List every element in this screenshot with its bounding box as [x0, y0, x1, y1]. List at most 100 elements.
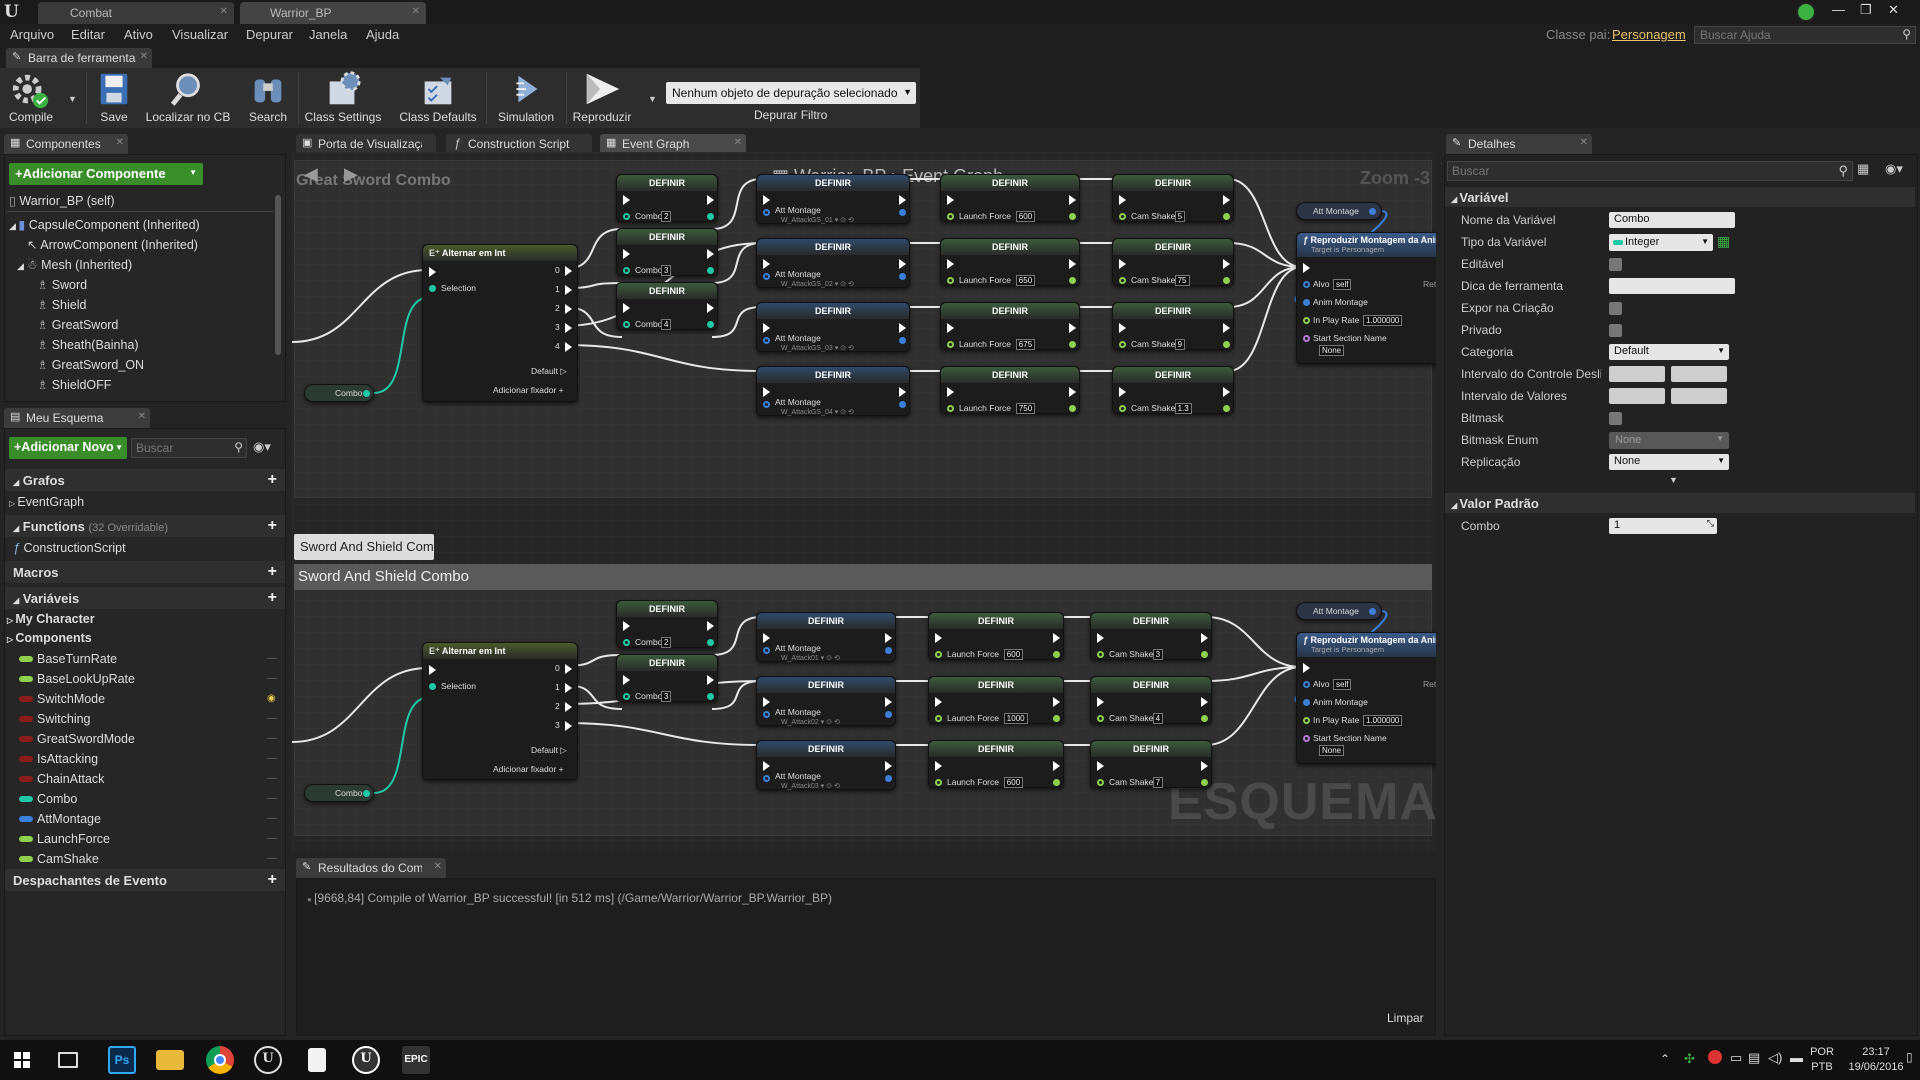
set-att-montage-node[interactable]: DEFINIR Att Montage W_AttackGS_02 ▾ ⊙ ⟲	[756, 238, 910, 288]
windows-start-icon[interactable]	[14, 1052, 30, 1068]
input-pin[interactable]	[623, 267, 630, 274]
tray-volume-icon[interactable]: ◁)	[1768, 1050, 1782, 1066]
clear-button[interactable]: Limpar	[1387, 1011, 1424, 1025]
variable-item-switching[interactable]: Switching —	[17, 711, 281, 729]
exec-in-pin[interactable]	[1119, 195, 1126, 205]
property-matrix-icon[interactable]: ▦	[1857, 161, 1869, 177]
exec-out-pin[interactable]	[885, 633, 892, 643]
value-input[interactable]: 5	[1174, 211, 1186, 222]
search-button[interactable]: Search	[244, 70, 292, 124]
advanced-expand-chevron-down-icon[interactable]: ▼	[1669, 475, 1678, 485]
output-pin[interactable]	[707, 321, 714, 328]
value-input[interactable]: 7	[1152, 777, 1164, 788]
exec-out-pin[interactable]	[707, 675, 714, 685]
menu-ajuda[interactable]: Ajuda	[366, 27, 399, 42]
input-pin[interactable]	[763, 273, 770, 280]
find-in-cb-button[interactable]: Localizar no CB	[144, 70, 232, 124]
input-pin[interactable]	[763, 209, 770, 216]
tray-antivirus-icon[interactable]	[1708, 1050, 1722, 1064]
class-settings-button[interactable]: Class Settings	[302, 70, 384, 124]
tab-warrior-bp[interactable]: Warrior_BP ✕	[240, 2, 426, 24]
exec-out-pin[interactable]	[707, 249, 714, 259]
output-pin[interactable]	[1053, 779, 1060, 786]
input-pin[interactable]	[935, 779, 942, 786]
tab-event-graph[interactable]: ▦ Event Graph ✕	[600, 134, 746, 154]
exec-in-pin[interactable]	[1097, 697, 1104, 707]
visibility-eye-icon[interactable]: —	[267, 853, 277, 864]
variable-item-launchforce[interactable]: LaunchForce —	[17, 831, 281, 849]
set-launch-force-node[interactable]: DEFINIR Launch Force 600	[928, 612, 1064, 660]
play-button[interactable]: Reproduzir	[568, 70, 636, 124]
exec-out-pin[interactable]	[885, 761, 892, 771]
exec-in-pin[interactable]	[935, 697, 942, 707]
clock[interactable]: 23:17 19/06/2016	[1846, 1045, 1906, 1075]
start-section-value[interactable]: None	[1319, 745, 1345, 756]
output-pin[interactable]	[1223, 341, 1230, 348]
tree-item-self[interactable]: ▯ Warrior_BP (self)	[9, 193, 115, 208]
case-exec-pin[interactable]	[565, 342, 572, 352]
visibility-eye-icon[interactable]: —	[267, 753, 277, 764]
variable-item-baselookuprate[interactable]: BaseLookUpRate —	[17, 671, 281, 689]
exec-out-pin[interactable]	[1069, 195, 1076, 205]
visibility-eye-icon[interactable]: —	[267, 673, 277, 684]
add-pin-label[interactable]: Adicionar fixador +	[493, 764, 564, 774]
default-combo-input[interactable]: 1 ⤡	[1609, 518, 1717, 534]
set-att-montage-node[interactable]: DEFINIR Att Montage W_AttackGS_01 ▾ ⊙ ⟲	[756, 174, 910, 224]
variable-item-baseturnrate[interactable]: BaseTurnRate —	[17, 651, 281, 669]
close-icon[interactable]: ✕	[1580, 137, 1588, 148]
asset-value[interactable]: W_AttackGS_02 ▾ ⊙ ⟲	[781, 280, 854, 288]
output-pin[interactable]	[899, 401, 906, 408]
input-language[interactable]: POR PTB	[1808, 1045, 1836, 1075]
output-pin[interactable]	[899, 273, 906, 280]
input-pin[interactable]	[1097, 715, 1104, 722]
output-pin[interactable]	[707, 267, 714, 274]
visibility-eye-icon[interactable]: —	[267, 833, 277, 844]
set-combo-node[interactable]: DEFINIR Combo 2	[616, 174, 718, 222]
set-att-montage-node[interactable]: DEFINIR Att Montage W_AttackGS_03 ▾ ⊙ ⟲	[756, 302, 910, 352]
set-att-montage-node[interactable]: DEFINIR Att Montage W_Attack02 ▾ ⊙ ⟲	[756, 676, 896, 726]
play-rate-value[interactable]: 1.000000	[1363, 315, 1403, 326]
input-pin[interactable]	[763, 337, 770, 344]
input-pin[interactable]	[1119, 341, 1126, 348]
exec-out-pin[interactable]	[707, 303, 714, 313]
value-input[interactable]: 750	[1015, 403, 1036, 414]
exec-in-pin[interactable]	[763, 633, 770, 643]
add-graph-plus-icon[interactable]: +	[268, 471, 277, 489]
input-pin[interactable]	[935, 651, 942, 658]
toolbar-tab[interactable]: ✎ Barra de ferramentas ✕	[6, 48, 152, 68]
value-input[interactable]: 3	[661, 265, 672, 276]
add-new-button[interactable]: +Adicionar Novo ▼	[9, 437, 127, 459]
set-cam-shake-node[interactable]: DEFINIR Cam Shake 3	[1090, 612, 1212, 660]
source-control-icon[interactable]	[1796, 2, 1816, 22]
tray-chevron-up-icon[interactable]: ⌃	[1660, 1052, 1670, 1066]
exec-in-pin[interactable]	[763, 323, 770, 333]
asset-value[interactable]: W_Attack02 ▾ ⊙ ⟲	[781, 718, 840, 726]
exec-out-pin[interactable]	[1201, 633, 1208, 643]
visibility-eye-icon[interactable]: —	[267, 653, 277, 664]
value-range-max[interactable]	[1671, 388, 1727, 404]
default-value-section-header[interactable]: ◢ Valor Padrão	[1445, 493, 1915, 513]
output-pin[interactable]	[707, 213, 714, 220]
value-range-min[interactable]	[1609, 388, 1665, 404]
tray-wifi-icon[interactable]: ▤	[1748, 1050, 1760, 1066]
expand-icon[interactable]: ◢	[17, 261, 26, 271]
exec-in-pin[interactable]	[947, 259, 954, 269]
output-pin[interactable]	[1069, 341, 1076, 348]
set-att-montage-node[interactable]: DEFINIR Att Montage W_AttackGS_04 ▾ ⊙ ⟲	[756, 366, 910, 416]
output-pin[interactable]	[885, 775, 892, 782]
close-window-icon[interactable]: ✕	[1888, 2, 1899, 18]
input-pin[interactable]	[947, 341, 954, 348]
selection-pin[interactable]	[429, 285, 436, 292]
value-input[interactable]: 4	[1152, 713, 1164, 724]
input-pin[interactable]	[763, 647, 770, 654]
tray-network-icon[interactable]: ▭	[1730, 1050, 1742, 1066]
simulation-button[interactable]: Simulation	[492, 70, 560, 124]
event-graph-canvas[interactable]: Great Sword Combo Sword And Shield Combo…	[292, 152, 1436, 852]
visibility-eye-icon[interactable]: ◉	[267, 693, 276, 704]
value-input[interactable]: 600	[1003, 777, 1024, 788]
exec-in-pin[interactable]	[1097, 633, 1104, 643]
exec-out-pin[interactable]	[1053, 697, 1060, 707]
input-pin[interactable]	[935, 715, 942, 722]
input-pin[interactable]	[1119, 213, 1126, 220]
case-exec-pin[interactable]	[565, 285, 572, 295]
